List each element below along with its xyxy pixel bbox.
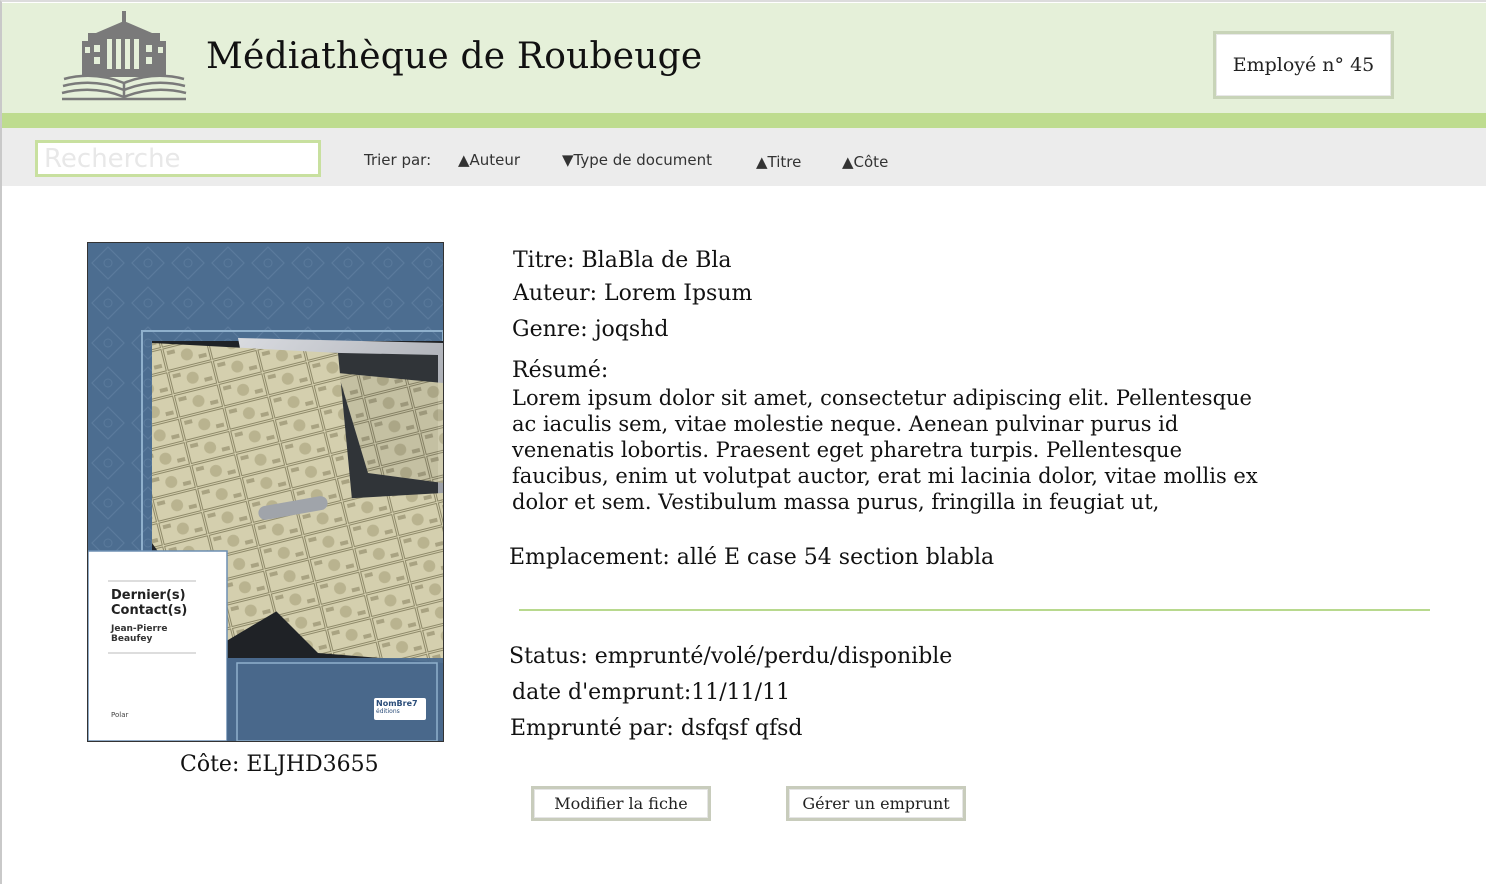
employee-badge[interactable]: Employé n° 45: [1213, 31, 1394, 99]
book-cote: Côte: ELJHD3655: [180, 752, 379, 777]
cover-publisher-line-1: NomBre7: [376, 699, 418, 708]
sort-label: Trier par:: [364, 151, 432, 169]
borrowed-by: Emprunté par: dsfqsf qfsd: [510, 716, 803, 741]
header: Médiathèque de Roubeuge Employé n° 45: [2, 3, 1486, 113]
library-book-building-icon: [61, 11, 187, 101]
book-cover-image: Dernier(s) Contact(s) Jean-Pierre Beaufe…: [87, 242, 444, 742]
cover-title-line-2: Contact(s): [111, 603, 188, 618]
modify-record-button[interactable]: Modifier la fiche: [531, 786, 711, 821]
cover-publisher-line-2: éditions: [376, 708, 400, 715]
search-input[interactable]: [35, 140, 321, 177]
book-title: Titre: BlaBla de Bla: [513, 248, 732, 273]
summary-label: Résumé:: [512, 358, 609, 383]
book-genre: Genre: joqshd: [512, 317, 669, 342]
section-divider: [519, 609, 1430, 611]
sort-option-titre[interactable]: ▲Titre: [756, 153, 801, 171]
book-location: Emplacement: allé E case 54 section blab…: [509, 545, 995, 570]
manage-loan-button[interactable]: Gérer un emprunt: [786, 786, 966, 821]
header-accent-bar: [2, 113, 1486, 128]
sort-option-auteur[interactable]: ▲Auteur: [458, 151, 520, 169]
summary-text: Lorem ipsum dolor sit amet, consectetur …: [512, 386, 1258, 514]
cover-author-line-2: Beaufey: [111, 634, 153, 644]
cover-title-line-1: Dernier(s): [111, 588, 186, 603]
loan-date: date d'emprunt:11/11/11: [512, 680, 791, 705]
sort-option-cote[interactable]: ▲Côte: [842, 153, 888, 171]
cover-collection: Polar: [111, 711, 129, 719]
book-cover-artwork: [88, 243, 443, 741]
cover-author-line-1: Jean-Pierre: [111, 624, 168, 634]
sort-option-type-document[interactable]: ▼Type de document: [562, 151, 712, 169]
book-author: Auteur: Lorem Ipsum: [513, 281, 753, 306]
site-title: Médiathèque de Roubeuge: [206, 36, 703, 77]
loan-status: Status: emprunté/volé/perdu/disponible: [509, 644, 953, 669]
